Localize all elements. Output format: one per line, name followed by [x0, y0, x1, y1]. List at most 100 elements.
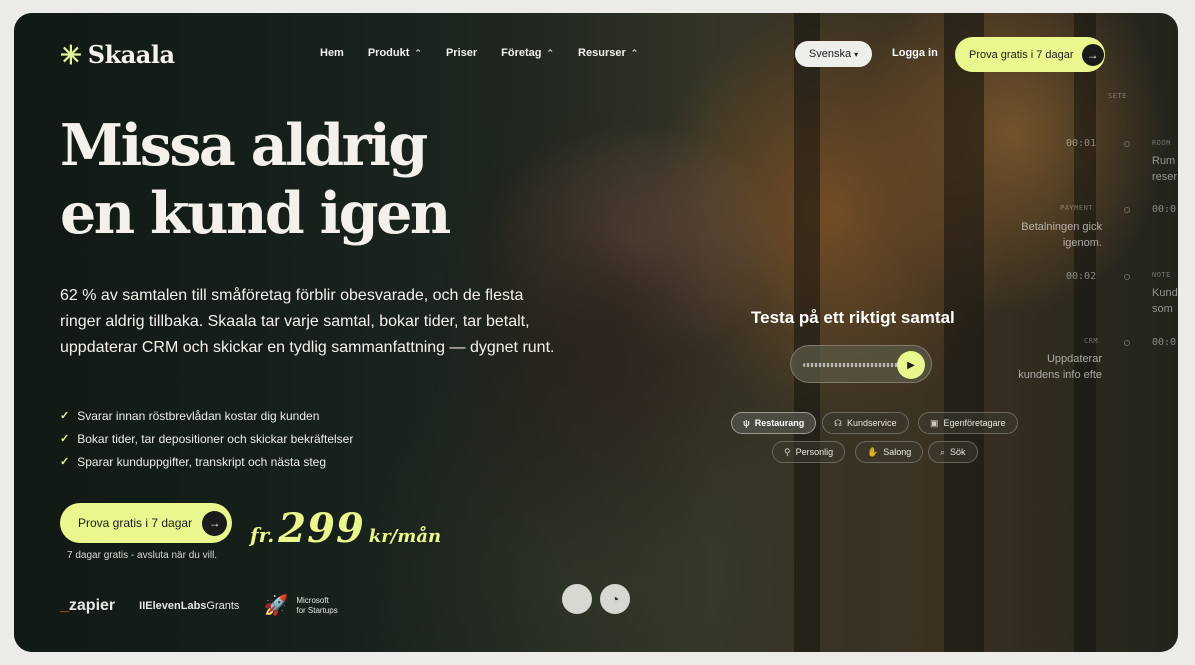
waveform	[803, 363, 898, 367]
check-icon: ✓	[60, 410, 70, 422]
timeline-time: 00:02	[1066, 271, 1097, 282]
timeline-tag: SETE	[1108, 92, 1127, 100]
timeline-tag: PAYMENT	[1060, 204, 1094, 212]
android-icon[interactable]: ◔	[600, 584, 630, 614]
play-icon[interactable]: ▶	[897, 351, 925, 379]
timeline-time: 00:01	[1066, 138, 1097, 149]
timeline-text: Uppdaterar kundens info efte	[990, 351, 1102, 383]
nav-item-priser[interactable]: Priser	[446, 47, 477, 59]
feature-text: Bokar tider, tar depositioner och skicka…	[77, 431, 354, 446]
utensils-icon: ψ	[743, 418, 750, 428]
timeline-line: Betalningen gick	[1021, 221, 1102, 233]
zapier-text: zapier	[68, 596, 116, 614]
timeline-dot	[1124, 207, 1130, 213]
briefcase-icon: ▣	[930, 417, 939, 428]
timeline-tag: NOTE	[1152, 271, 1171, 279]
chip-label: Salong	[883, 447, 912, 457]
language-label: Svenska	[808, 48, 852, 60]
timeline-line: som	[1152, 303, 1173, 315]
page-title: Missa aldrig en kund igen	[60, 112, 451, 248]
feature-text: Svarar innan röstbrevlådan kostar dig ku…	[77, 408, 320, 423]
nav-item-hem[interactable]: Hem	[320, 47, 344, 59]
login-link[interactable]: Logga in	[892, 47, 938, 59]
chip-salong[interactable]: ✋ Salong	[855, 441, 924, 463]
brand-logo[interactable]: ✳ Skaala	[60, 40, 175, 69]
elevenlabs-text: IIElevenLabs	[139, 599, 207, 612]
timeline-line: Kund	[1152, 287, 1178, 299]
price-value: 299	[278, 505, 365, 552]
nav-item-resurser[interactable]: Resurser ⌃	[578, 47, 638, 59]
timeline-tag: ROOM	[1152, 139, 1171, 147]
check-icon: ✓	[60, 433, 70, 445]
chip-label: Sök	[950, 447, 966, 457]
chip-egenforetagare[interactable]: ▣ Egenföretagare	[918, 412, 1018, 434]
elevenlabs-logo: IIElevenLabsGrants	[139, 600, 239, 612]
search-icon: ⌕	[940, 446, 946, 457]
nav-label: Företag	[501, 47, 542, 59]
timeline-dot	[1124, 274, 1130, 280]
feature-item: ✓ Svarar innan röstbrevlådan kostar dig k…	[60, 404, 353, 427]
timeline-line: Rum	[1152, 155, 1176, 167]
cta-label: Prova gratis i 7 dagar	[78, 516, 193, 530]
arrow-right-icon: →	[202, 510, 228, 536]
timeline-dot	[1124, 141, 1130, 147]
chip-restaurang[interactable]: ψ Restaurang	[731, 412, 817, 434]
nav-label: Produkt	[367, 47, 410, 59]
chip-label: Personlig	[795, 447, 834, 457]
price-unit: kr/mån	[368, 526, 442, 547]
headline-line: en kund igen	[60, 180, 451, 247]
rocket-icon: 🚀	[263, 595, 289, 617]
audio-player[interactable]: ▶	[790, 345, 932, 383]
brand-name: Skaala	[87, 40, 175, 69]
price-prefix: fr.	[250, 523, 275, 547]
chevron-down-icon: ▾	[854, 49, 859, 59]
chip-kundservice[interactable]: ☊ Kundservice	[822, 412, 909, 434]
timeline-line: reser	[1152, 171, 1178, 183]
trial-note: 7 dagar gratis - avsluta när du vill.	[67, 550, 218, 561]
demo-title: Testa på ett riktigt samtal	[751, 308, 955, 327]
timeline-tag: CRM	[1084, 337, 1099, 345]
trial-button-main[interactable]: Prova gratis i 7 dagar →	[60, 503, 232, 543]
cta-label: Prova gratis i 7 dagar	[969, 48, 1074, 61]
timeline-time: 00:0	[1152, 337, 1177, 348]
asterisk-icon: ✳	[60, 39, 82, 70]
partner-logos: _zapier IIElevenLabsGrants 🚀 Microsoft f…	[60, 593, 338, 618]
person-icon: ⚲	[784, 446, 791, 457]
timeline-dot	[1124, 340, 1130, 346]
chevron-updown-icon: ⌃	[546, 47, 555, 58]
language-select[interactable]: Svenska ▾	[795, 41, 872, 67]
chip-sok[interactable]: ⌕ Sök	[928, 441, 978, 463]
feature-text: Sparar kunduppgifter, transkript och näs…	[77, 454, 327, 469]
timeline-time: 00:0	[1152, 204, 1177, 215]
trial-button-top[interactable]: Prova gratis i 7 dagar →	[955, 37, 1105, 72]
hero-lead: 62 % av samtalen till småföretag förblir…	[60, 287, 555, 356]
feature-item: ✓ Bokar tider, tar depositioner och skick…	[60, 427, 353, 450]
microsoft-line: Microsoft	[296, 595, 329, 605]
chip-personlig[interactable]: ⚲ Personlig	[772, 441, 846, 463]
nav-label: Hem	[320, 47, 344, 59]
timeline-text: Betalningen gick igenom.	[990, 219, 1102, 251]
headline-line: Missa aldrig	[60, 112, 428, 179]
feature-item: ✓ Sparar kunduppgifter, transkript och nä…	[60, 450, 353, 473]
microsoft-text: Microsoft for Startups	[296, 596, 337, 616]
main-nav: Hem Produkt ⌃ Priser Företag ⌃ Resurser ⌃	[320, 47, 638, 59]
elevenlabs-suffix: Grants	[206, 599, 240, 612]
chevron-updown-icon: ⌃	[414, 47, 422, 58]
chip-label: Kundservice	[847, 418, 897, 428]
microsoft-startups-logo: 🚀 Microsoft for Startups	[263, 593, 337, 618]
chip-label: Egenföretagare	[943, 418, 1006, 428]
timeline-text: Rum reser	[1152, 153, 1177, 185]
timeline-line: igenom.	[1062, 237, 1102, 249]
nav-item-foretag[interactable]: Företag ⌃	[501, 47, 554, 59]
chevron-updown-icon: ⌃	[630, 47, 639, 58]
nav-label: Priser	[445, 47, 478, 59]
check-icon: ✓	[60, 456, 70, 468]
apple-icon[interactable]	[562, 584, 592, 614]
nav-item-produkt[interactable]: Produkt ⌃	[368, 47, 422, 59]
timeline-text: Kund som	[1152, 285, 1178, 317]
feature-list: ✓ Svarar innan röstbrevlådan kostar dig k…	[60, 404, 353, 473]
headset-icon: ☊	[834, 417, 842, 428]
hand-icon: ✋	[867, 446, 879, 457]
zapier-logo: _zapier	[60, 596, 116, 614]
timeline-line: Uppdaterar	[1046, 353, 1102, 365]
